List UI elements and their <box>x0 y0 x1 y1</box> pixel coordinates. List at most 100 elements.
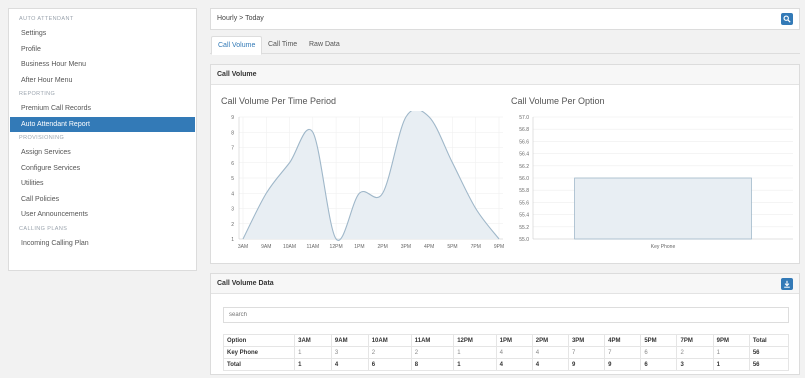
table-cell: 1 <box>712 346 750 359</box>
y-tick-label: 9 <box>231 115 234 121</box>
y-tick-label: 2 <box>231 222 234 228</box>
table-header-cell: 12PM <box>453 334 497 347</box>
table-cell: 1 <box>294 358 332 371</box>
sidebar-item-premium-call-records[interactable]: Premium Call Records <box>10 101 195 117</box>
table-header-cell: Option <box>222 334 296 347</box>
x-tick-label: 4PM <box>424 244 434 250</box>
table-cell: 4 <box>531 358 569 371</box>
chart-title-option: Call Volume Per Option <box>511 96 605 106</box>
search-icon <box>783 15 791 23</box>
tab-raw-data[interactable]: Raw Data <box>303 36 346 54</box>
call-volume-table: Option 3AM 9AM 10AM 11AM 12PM 1PM 2PM 3PM 4PM 5PM 7… <box>222 334 790 371</box>
call-volume-data-header: Call Volume Data <box>211 274 799 294</box>
table-cell: 4 <box>495 346 533 359</box>
sidebar-section-auto-attendant: AUTO ATTENDANT <box>19 16 74 22</box>
y-tick-label: 56.4 <box>519 152 529 158</box>
y-tick-label: 6 <box>231 161 234 167</box>
table-cell: Total <box>222 358 296 371</box>
table-cell: 4 <box>495 358 533 371</box>
x-tick-label: Key Phone <box>651 244 676 250</box>
table-cell: 1 <box>453 346 497 359</box>
y-tick-label: 4 <box>231 191 234 197</box>
call-volume-panel: Call Volume Call Volume Per Time Period … <box>210 64 800 264</box>
sidebar-item-incoming-calling-plan[interactable]: Incoming Calling Plan <box>10 236 195 252</box>
table-cell: 7 <box>567 346 606 359</box>
table-row: Total 1 4 6 8 1 4 4 9 9 6 3 1 56 <box>222 358 790 371</box>
table-row: Key Phone 1 3 2 2 1 4 4 7 7 6 2 1 56 <box>222 346 790 359</box>
table-cell: 56 <box>748 358 790 371</box>
tab-call-volume[interactable]: Call Volume <box>211 36 263 55</box>
call-volume-panel-title: Call Volume <box>217 71 257 78</box>
chart-title-time-period: Call Volume Per Time Period <box>221 96 337 106</box>
table-cell: 9 <box>567 358 606 371</box>
time-period-chart: 1 2 3 4 5 6 7 8 9 3AM 9AM 10AM 11AM 12PM 1PM 2PM 3PM 4PM 5… <box>231 111 504 250</box>
table-header-cell: 1PM <box>495 334 533 347</box>
sidebar-item-user-announcements[interactable]: User Announcements <box>10 207 195 223</box>
x-tick-label: 2PM <box>377 244 387 250</box>
table-header-cell: 2PM <box>531 334 569 347</box>
y-tick-label: 55.6 <box>519 200 529 206</box>
tab-call-time[interactable]: Call Time <box>262 36 303 54</box>
y-tick-label: 55.4 <box>519 213 529 219</box>
table-header-cell: 11AM <box>410 334 455 347</box>
table-cell: 1 <box>712 358 750 371</box>
table-cell: 2 <box>676 346 714 359</box>
sidebar-item-settings[interactable]: Settings <box>10 26 195 42</box>
table-header-cell: 9PM <box>712 334 750 347</box>
option-chart: 55.0 55.2 55.4 55.6 55.8 56.0 56.2 56.4 56.6 56.8… <box>519 115 793 250</box>
sidebar-item-business-hour-menu[interactable]: Business Hour Menu <box>10 57 195 73</box>
table-header-cell: 5PM <box>640 334 678 347</box>
table-header-cell: 3PM <box>567 334 606 347</box>
y-tick-label: 5 <box>231 176 234 182</box>
sidebar-item-profile[interactable]: Profile <box>10 42 195 58</box>
bar <box>574 177 752 240</box>
y-tick-label: 8 <box>231 130 234 136</box>
call-volume-data-title: Call Volume Data <box>217 280 274 287</box>
y-tick-label: 1 <box>231 237 234 243</box>
table-cell: 1 <box>453 358 497 371</box>
table-cell: 6 <box>367 358 412 371</box>
table-cell: 2 <box>410 346 455 359</box>
search-button[interactable] <box>781 13 793 25</box>
table-cell: 4 <box>330 358 369 371</box>
sidebar-item-after-hour-menu[interactable]: After Hour Menu <box>10 73 195 89</box>
table-cell: 56 <box>748 346 790 359</box>
y-tick-label: 7 <box>231 146 234 152</box>
table-cell: 4 <box>531 346 569 359</box>
table-header-cell: 4PM <box>604 334 642 347</box>
x-tick-label: 11AM <box>306 244 319 250</box>
sidebar-item-auto-attendant-report[interactable]: Auto Attendant Report <box>10 116 195 132</box>
x-tick-label: 9PM <box>494 244 504 250</box>
y-tick-label: 56.0 <box>519 176 529 182</box>
y-tick-label: 56.8 <box>519 127 529 133</box>
table-cell: 7 <box>604 346 642 359</box>
table-cell: 6 <box>640 358 678 371</box>
table-cell: 2 <box>367 346 412 359</box>
y-tick-label: 3 <box>231 207 234 213</box>
download-button[interactable] <box>781 278 793 290</box>
sidebar: AUTO ATTENDANT Settings Profile Business… <box>8 8 197 271</box>
x-tick-label: 3PM <box>401 244 411 250</box>
y-tick-label: 56.6 <box>519 139 529 145</box>
x-tick-label: 9AM <box>261 244 271 250</box>
sidebar-section-calling-plans: CALLING PLANS <box>19 225 68 232</box>
breadcrumb: Hourly > Today <box>217 15 264 22</box>
download-icon <box>784 280 790 288</box>
tab-bar: Call Volume Call Time Raw Data <box>210 36 800 55</box>
sidebar-item-utilities[interactable]: Utilities <box>10 176 195 192</box>
x-tick-label: 5PM <box>447 244 457 250</box>
sidebar-item-configure-services[interactable]: Configure Services <box>10 161 195 177</box>
table-cell: 3 <box>330 346 369 359</box>
table-header-cell: 7PM <box>676 334 714 347</box>
sidebar-item-assign-services[interactable]: Assign Services <box>10 145 195 161</box>
table-cell: Key Phone <box>222 346 296 359</box>
table-cell: 1 <box>294 346 332 359</box>
table-search-input[interactable] <box>223 307 789 323</box>
y-tick-label: 57.0 <box>519 115 529 121</box>
table-cell: 8 <box>410 358 455 371</box>
y-tick-label: 55.8 <box>519 188 529 194</box>
table-header-cell: 9AM <box>330 334 369 347</box>
table-header-cell: Total <box>748 334 790 347</box>
sidebar-item-call-policies[interactable]: Call Policies <box>10 192 195 208</box>
area-fill <box>243 111 499 241</box>
